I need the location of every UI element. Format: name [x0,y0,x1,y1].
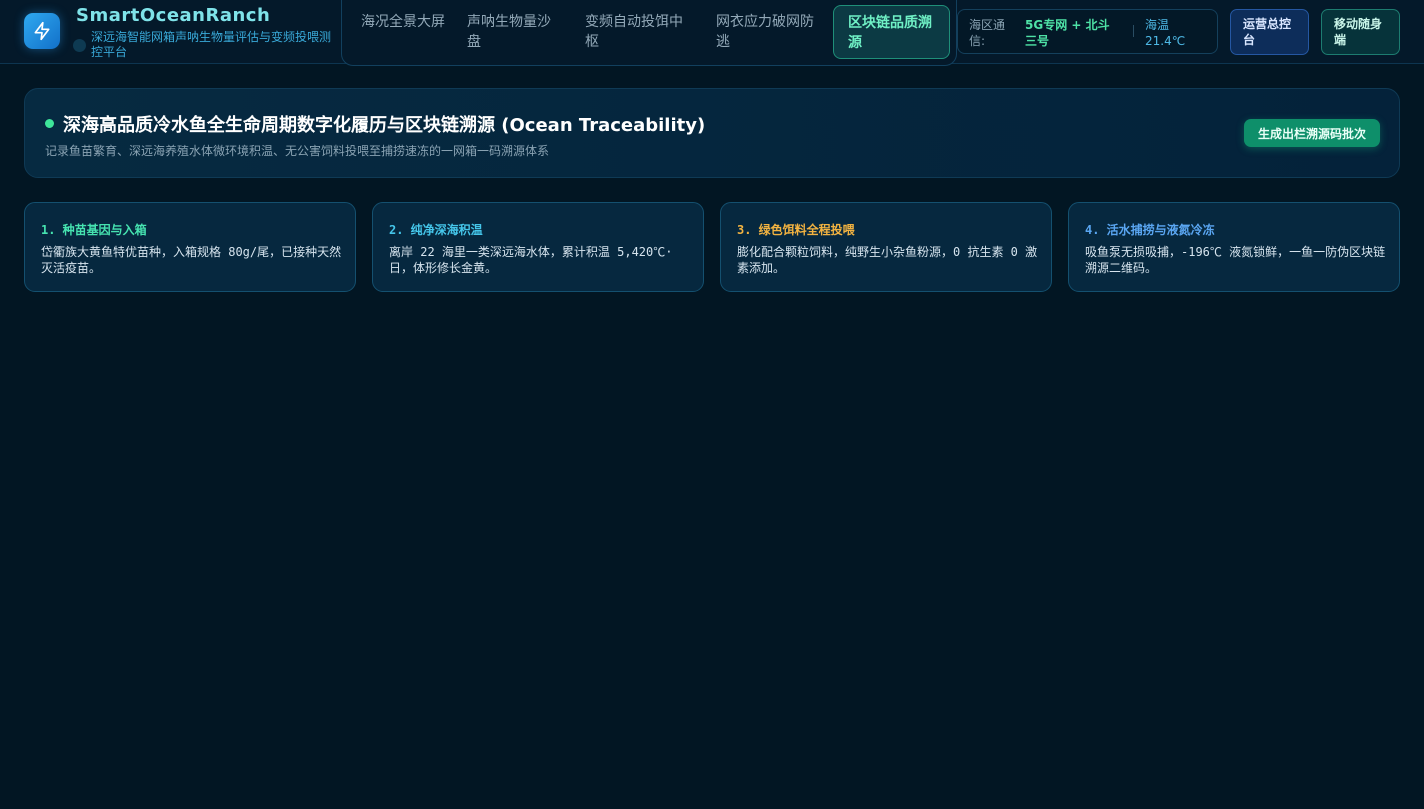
page-subtitle: 记录鱼苗繁育、深远海养殖水体微环境积温、无公害饲料投喂至捕捞速冻的一网箱一码溯源… [45,144,550,158]
card-text: 岱衢族大黄鱼特优苗种，入箱规格 80g/尾，已接种天然灭活疫苗。 [41,245,342,275]
generate-batch-button[interactable]: 生成出栏溯源码批次 [1244,119,1380,147]
traceability-banner: 深海高品质冷水鱼全生命周期数字化履历与区块链溯源 (Ocean Traceabi… [24,88,1400,178]
card-text: 吸鱼泵无损吸捕，-196℃ 液氮锁鲜，一鱼一防伪区块链溯源二维码。 [1085,245,1386,275]
nav-tab-dashboard[interactable]: 海况全景大屏 [361,12,447,56]
card-title: 4. 活水捕捞与液氮冷冻 [1085,223,1215,237]
page-title: 深海高品质冷水鱼全生命周期数字化履历与区块链溯源 (Ocean Traceabi… [63,115,706,136]
lightning-icon [34,21,50,41]
status-dot [73,39,86,52]
card-title: 2. 纯净深海积温 [389,223,483,237]
brand-subtitle: 深远海智能网箱声呐生物量评估与变频投喂测控平台 [91,30,332,59]
nav-tab-traceability[interactable]: 区块链品质溯源 [833,5,950,59]
card-title: 3. 绿色饵料全程投喂 [737,223,855,237]
card-text: 膨化配合颗粒饲料，纯野生小杂鱼粉源，0 抗生素 0 激素添加。 [737,245,1038,275]
mobile-button[interactable]: 移动随身端 [1321,9,1400,55]
top-header: SmartOceanRanch 深远海智能网箱声呐生物量评估与变频投喂测控平台 … [0,0,1424,66]
comm-value: 5G专网 + 北斗三号 [1025,18,1110,48]
nav-tab-net-stress[interactable]: 网衣应力破网防逃 [716,12,820,56]
stage-card-feeding: 3. 绿色饵料全程投喂 膨化配合颗粒饲料，纯野生小杂鱼粉源，0 抗生素 0 激素… [720,202,1052,292]
divider [1133,25,1134,37]
nav-tab-feeding[interactable]: 变频自动投饵中枢 [585,12,693,56]
card-title: 1. 种苗基因与入箱 [41,223,147,237]
stage-card-harvest: 4. 活水捕捞与液氮冷冻 吸鱼泵无损吸捕，-196℃ 液氮锁鲜，一鱼一防伪区块链… [1068,202,1400,292]
comm-label: 海区通信: [969,18,1006,48]
comm-status: 海区通信: 5G专网 + 北斗三号 海温 21.4℃ [957,9,1218,54]
app-logo[interactable] [24,13,60,49]
stage-card-seedling: 1. 种苗基因与入箱 岱衢族大黄鱼特优苗种，入箱规格 80g/尾，已接种天然灭活… [24,202,356,292]
brand-title: SmartOceanRanch [76,5,271,26]
ops-console-button[interactable]: 运营总控台 [1230,9,1309,55]
status-dot [45,119,54,128]
card-text: 离岸 22 海里一类深远海水体，累计积温 5,420℃·日，体形修长金黄。 [389,245,673,275]
sea-temperature: 海温 21.4℃ [1145,18,1186,48]
nav-tab-sonar[interactable]: 声呐生物量沙盘 [467,12,559,56]
stage-card-deep-sea: 2. 纯净深海积温 离岸 22 海里一类深远海水体，累计积温 5,420℃·日，… [372,202,704,292]
main-nav: 海况全景大屏 声呐生物量沙盘 变频自动投饵中枢 网衣应力破网防逃 区块链品质溯源 [341,0,957,66]
